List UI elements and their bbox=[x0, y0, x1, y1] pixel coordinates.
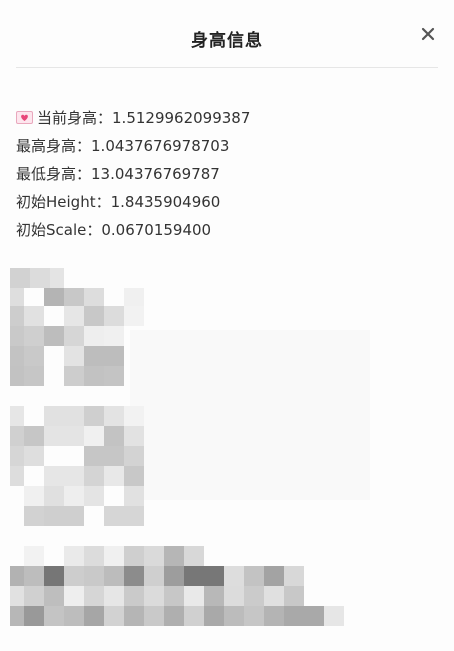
pixelated-qr-image bbox=[10, 268, 370, 626]
height-info-dialog: 身高信息 当前身高：1.5129962099387 最高身高：1.0437676… bbox=[0, 0, 454, 651]
